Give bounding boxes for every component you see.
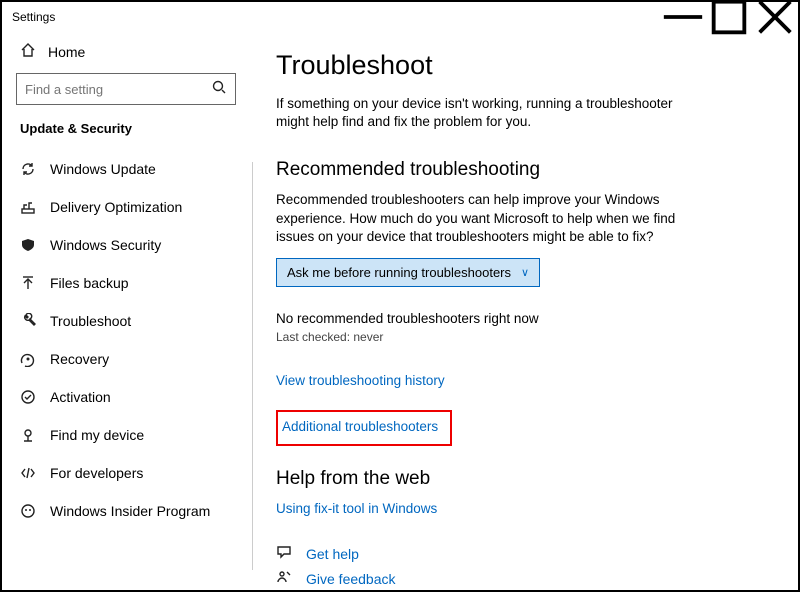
check-circle-icon (20, 389, 36, 405)
troubleshoot-preference-dropdown[interactable]: Ask me before running troubleshooters ∨ (276, 258, 540, 287)
search-box[interactable] (16, 73, 236, 105)
sidebar-item-label: Find my device (50, 427, 144, 443)
minimize-button[interactable] (660, 2, 706, 32)
shield-icon (20, 237, 36, 253)
give-feedback-row[interactable]: Give feedback (276, 569, 762, 588)
help-heading: Help from the web (276, 468, 762, 490)
sidebar-item-label: Windows Insider Program (50, 503, 210, 519)
additional-troubleshooters-link[interactable]: Additional troubleshooters (282, 419, 438, 434)
sidebar-item-windows-security[interactable]: Windows Security (14, 226, 240, 264)
chevron-down-icon: ∨ (521, 266, 529, 279)
search-icon (211, 79, 227, 100)
sidebar-item-label: Delivery Optimization (50, 199, 182, 215)
sidebar-item-for-developers[interactable]: For developers (14, 454, 240, 492)
sidebar-item-files-backup[interactable]: Files backup (14, 264, 240, 302)
delivery-icon (20, 199, 36, 215)
sidebar-item-windows-insider[interactable]: Windows Insider Program (14, 492, 240, 530)
page-title: Troubleshoot (276, 50, 762, 81)
location-icon (20, 427, 36, 443)
give-feedback-label: Give feedback (306, 571, 396, 587)
sidebar-item-label: Recovery (50, 351, 109, 367)
content-area: Troubleshoot If something on your device… (252, 32, 798, 590)
sidebar: Home Update & Security Windows Update De… (2, 32, 252, 590)
sidebar-item-delivery-optimization[interactable]: Delivery Optimization (14, 188, 240, 226)
nav-home-label: Home (48, 44, 85, 60)
insider-icon (20, 503, 36, 519)
sidebar-item-label: Windows Update (50, 161, 156, 177)
dropdown-value: Ask me before running troubleshooters (287, 265, 511, 280)
recommended-body: Recommended troubleshooters can help imp… (276, 191, 706, 246)
intro-text: If something on your device isn't workin… (276, 95, 706, 131)
get-help-label: Get help (306, 546, 359, 562)
nav-home[interactable]: Home (14, 38, 240, 73)
recommended-heading: Recommended troubleshooting (276, 159, 762, 181)
code-icon (20, 465, 36, 481)
sidebar-item-windows-update[interactable]: Windows Update (14, 150, 240, 188)
sidebar-item-activation[interactable]: Activation (14, 378, 240, 416)
sidebar-item-find-my-device[interactable]: Find my device (14, 416, 240, 454)
close-button[interactable] (752, 2, 798, 32)
title-bar: Settings (2, 2, 798, 32)
window-title: Settings (12, 10, 55, 24)
sidebar-item-label: Troubleshoot (50, 313, 131, 329)
home-icon (20, 42, 36, 61)
feedback-icon (276, 569, 292, 588)
backup-icon (20, 275, 36, 291)
sidebar-item-label: Windows Security (50, 237, 161, 253)
recommended-status: No recommended troubleshooters right now (276, 311, 762, 326)
maximize-button[interactable] (706, 2, 752, 32)
sidebar-item-label: For developers (50, 465, 143, 481)
sync-icon (20, 161, 36, 177)
view-history-link[interactable]: View troubleshooting history (276, 373, 445, 388)
fixit-link[interactable]: Using fix-it tool in Windows (276, 501, 437, 516)
sidebar-item-recovery[interactable]: Recovery (14, 340, 240, 378)
sidebar-heading: Update & Security (14, 121, 240, 150)
additional-troubleshooters-highlight: Additional troubleshooters (276, 410, 452, 446)
sidebar-item-troubleshoot[interactable]: Troubleshoot (14, 302, 240, 340)
chat-icon (276, 544, 292, 563)
wrench-icon (20, 313, 36, 329)
recovery-icon (20, 351, 36, 367)
last-checked: Last checked: never (276, 330, 762, 344)
search-input[interactable] (25, 82, 211, 97)
sidebar-item-label: Files backup (50, 275, 129, 291)
get-help-row[interactable]: Get help (276, 544, 762, 563)
sidebar-item-label: Activation (50, 389, 111, 405)
